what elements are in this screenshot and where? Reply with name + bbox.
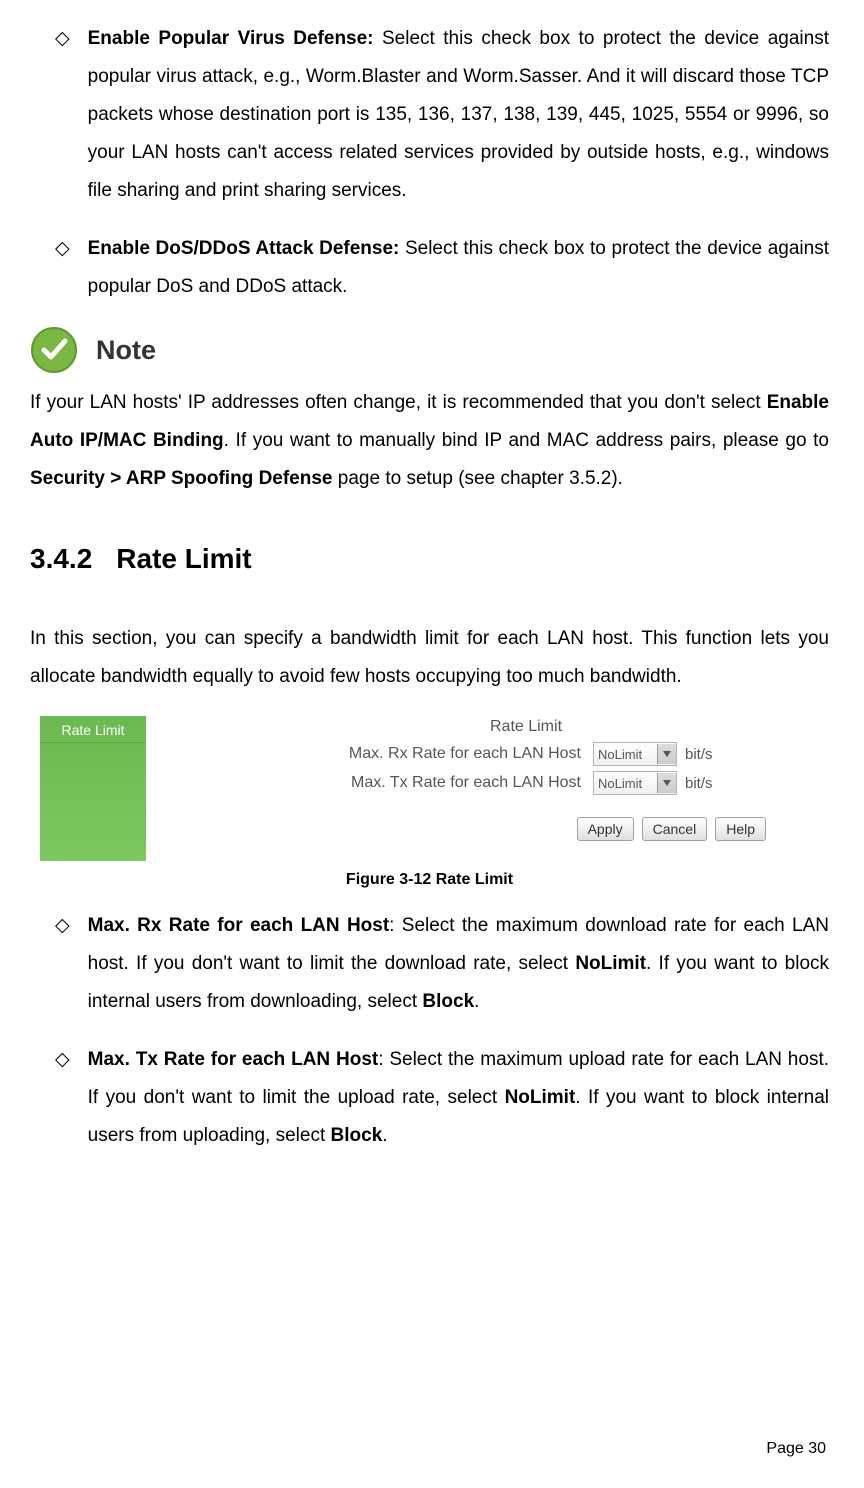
block-term: Block xyxy=(422,991,474,1012)
note-header: Note xyxy=(30,326,829,374)
select-max-rx[interactable]: NoLimit xyxy=(593,742,677,766)
help-button[interactable]: Help xyxy=(715,817,766,841)
term: Max. Rx Rate for each LAN Host xyxy=(88,915,390,936)
bullet-text: Enable DoS/DDoS Attack Defense: Select t… xyxy=(88,230,829,306)
nav-tab-rate-limit[interactable]: Rate Limit xyxy=(40,716,146,743)
section-number: 3.4.2 xyxy=(30,543,92,574)
bullet-text: Enable Popular Virus Defense: Select thi… xyxy=(88,20,829,210)
chevron-down-icon xyxy=(657,773,676,793)
select-max-tx[interactable]: NoLimit xyxy=(593,771,677,795)
note-paragraph: If your LAN hosts' IP addresses often ch… xyxy=(30,384,829,498)
label-max-rx: Max. Rx Rate for each LAN Host xyxy=(336,745,593,763)
bullet-max-rx: ◇ Max. Rx Rate for each LAN Host: Select… xyxy=(55,907,829,1021)
bullet-max-tx: ◇ Max. Tx Rate for each LAN Host: Select… xyxy=(55,1041,829,1155)
label-max-tx: Max. Tx Rate for each LAN Host xyxy=(336,774,593,792)
bullet-text: Max. Tx Rate for each LAN Host: Select t… xyxy=(88,1041,829,1155)
text: page to setup (see chapter 3.5.2). xyxy=(333,468,623,489)
text: . If you want to manually bind IP and MA… xyxy=(224,430,829,451)
nolimit-term: NoLimit xyxy=(505,1087,576,1108)
block-term: Block xyxy=(331,1125,383,1146)
bullet-virus-defense: ◇ Enable Popular Virus Defense: Select t… xyxy=(55,20,829,210)
section-title: Rate Limit xyxy=(116,543,251,574)
row-max-tx: Max. Tx Rate for each LAN Host NoLimit b… xyxy=(336,771,766,795)
select-value: NoLimit xyxy=(598,747,642,762)
settings-panel: Rate Limit Max. Rx Rate for each LAN Hos… xyxy=(336,716,766,841)
term: Enable DoS/DDoS Attack Defense: xyxy=(88,238,400,259)
text: . xyxy=(474,991,479,1012)
check-icon xyxy=(30,326,78,374)
diamond-icon: ◇ xyxy=(55,20,70,210)
cancel-button[interactable]: Cancel xyxy=(642,817,708,841)
diamond-icon: ◇ xyxy=(55,907,70,1021)
section-intro: In this section, you can specify a bandw… xyxy=(30,620,829,696)
desc: Select this check box to protect the dev… xyxy=(88,28,829,201)
nav-body xyxy=(40,743,146,861)
apply-button[interactable]: Apply xyxy=(577,817,634,841)
figure-caption: Figure 3-12 Rate Limit xyxy=(30,871,829,889)
select-value: NoLimit xyxy=(598,776,642,791)
term: Enable Popular Virus Defense: xyxy=(88,28,374,49)
text: If your LAN hosts' IP addresses often ch… xyxy=(30,392,767,413)
unit-label: bit/s xyxy=(685,775,713,792)
diamond-icon: ◇ xyxy=(55,230,70,306)
figure-rate-limit: Rate Limit Rate Limit Max. Rx Rate for e… xyxy=(40,716,829,861)
note-label: Note xyxy=(96,335,156,366)
section-heading: 3.4.2 Rate Limit xyxy=(30,543,829,575)
page-number: Page 30 xyxy=(766,1440,826,1458)
bullet-dos-defense: ◇ Enable DoS/DDoS Attack Defense: Select… xyxy=(55,230,829,306)
unit-label: bit/s xyxy=(685,746,713,763)
term: Max. Tx Rate for each LAN Host xyxy=(88,1049,379,1070)
nolimit-term: NoLimit xyxy=(575,953,646,974)
bullet-text: Max. Rx Rate for each LAN Host: Select t… xyxy=(88,907,829,1021)
diamond-icon: ◇ xyxy=(55,1041,70,1155)
arp-spoofing-path: Security > ARP Spoofing Defense xyxy=(30,468,333,489)
chevron-down-icon xyxy=(657,744,676,764)
text: . xyxy=(382,1125,387,1146)
button-row: Apply Cancel Help xyxy=(336,817,766,841)
panel-title: Rate Limit xyxy=(336,718,716,736)
nav-panel: Rate Limit xyxy=(40,716,146,861)
row-max-rx: Max. Rx Rate for each LAN Host NoLimit b… xyxy=(336,742,766,766)
